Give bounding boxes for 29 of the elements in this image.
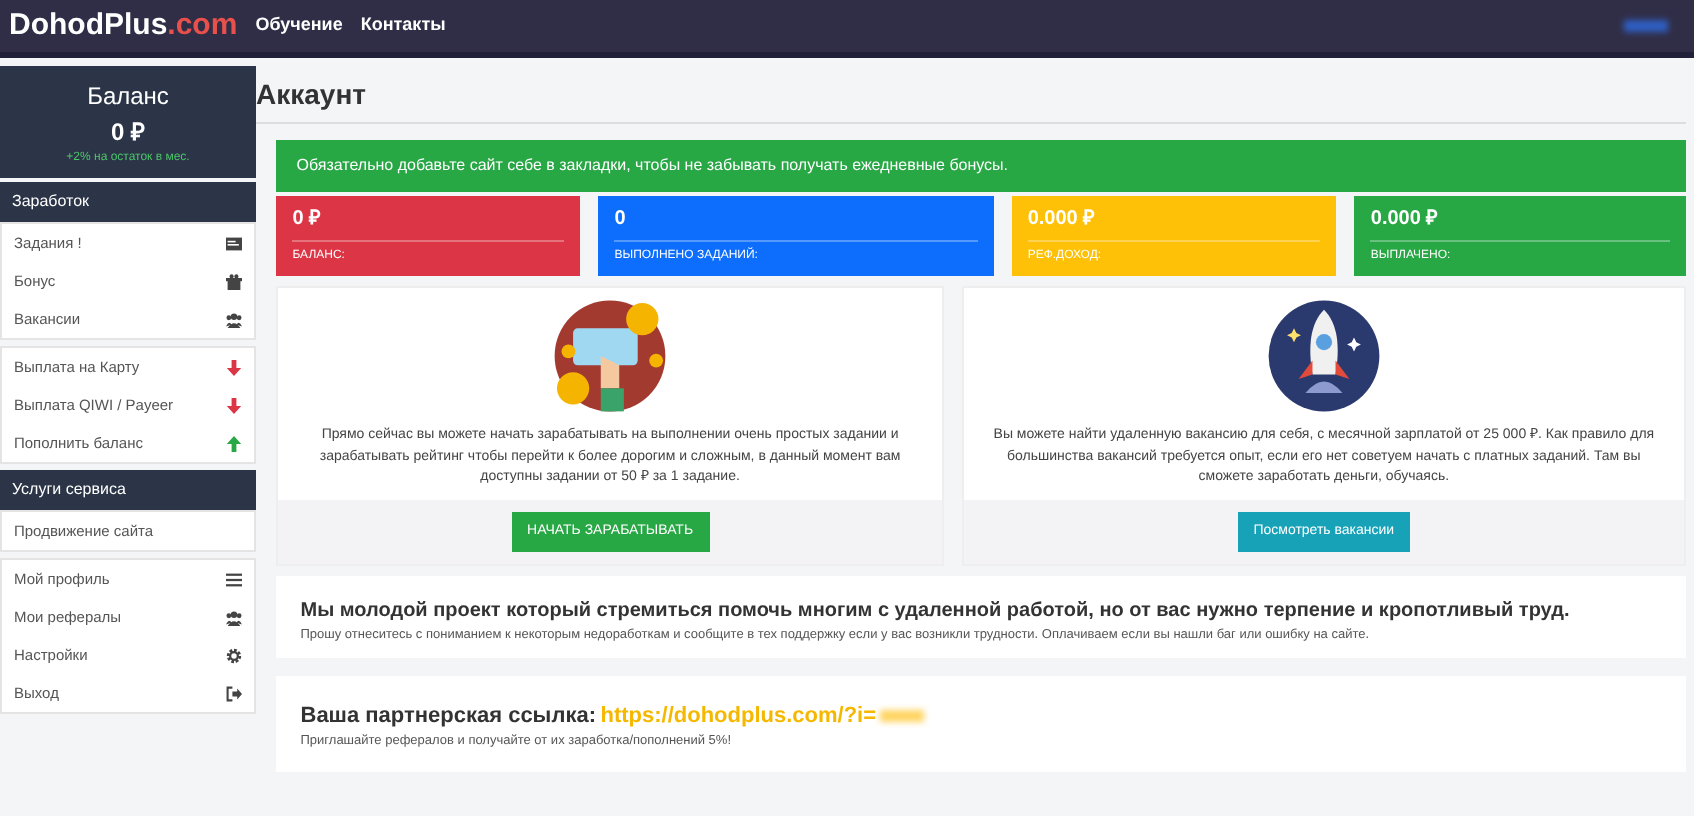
menu-icon — [226, 571, 242, 588]
settings-icon — [226, 647, 242, 664]
stat-value: 0 ₽ — [292, 204, 565, 243]
page-title: Аккаунт — [256, 66, 1686, 124]
stat-value: 0.000 ₽ — [1370, 204, 1670, 243]
stat-value: 0.000 ₽ — [1027, 204, 1321, 243]
coins-illustration-drawing — [550, 296, 671, 417]
rocket-illustration-drawing — [1263, 296, 1384, 417]
down-arrow-icon — [226, 359, 242, 376]
sign-out-icon — [226, 685, 242, 702]
users-icon — [226, 609, 242, 626]
nav-link[interactable]: Контакты — [360, 12, 446, 40]
site-logo[interactable]: DohodPlus.com — [9, 3, 238, 49]
gift-icon — [226, 273, 242, 290]
notice-heading: Мы молодой проект который стремиться помочь многим с удаленной работой, но от вас нужно терпение и кропотливый труд. — [300, 597, 1572, 626]
balance-title: Баланс — [85, 80, 171, 114]
up-arrow-icon — [226, 435, 242, 452]
balance-amount: 0 ₽ — [108, 116, 147, 150]
blurred-button[interactable] — [1623, 20, 1667, 32]
users-icon — [226, 311, 242, 328]
partner-label: Ваша партнерская ссылка: — [300, 701, 596, 732]
nav-link[interactable]: Обучение — [255, 12, 343, 40]
sidebar-header: Услуги сервиса — [0, 470, 256, 511]
alert-banner: Обязательно добавьте сайт себе в закладки, чтобы не забывать получать ежедневные бонусы. — [276, 140, 1686, 192]
redacted-block — [880, 709, 925, 722]
list-icon — [226, 235, 242, 252]
sidebar-header: Заработок — [0, 182, 256, 223]
stat-value: 0 — [614, 204, 978, 243]
down-arrow-icon — [226, 397, 242, 414]
